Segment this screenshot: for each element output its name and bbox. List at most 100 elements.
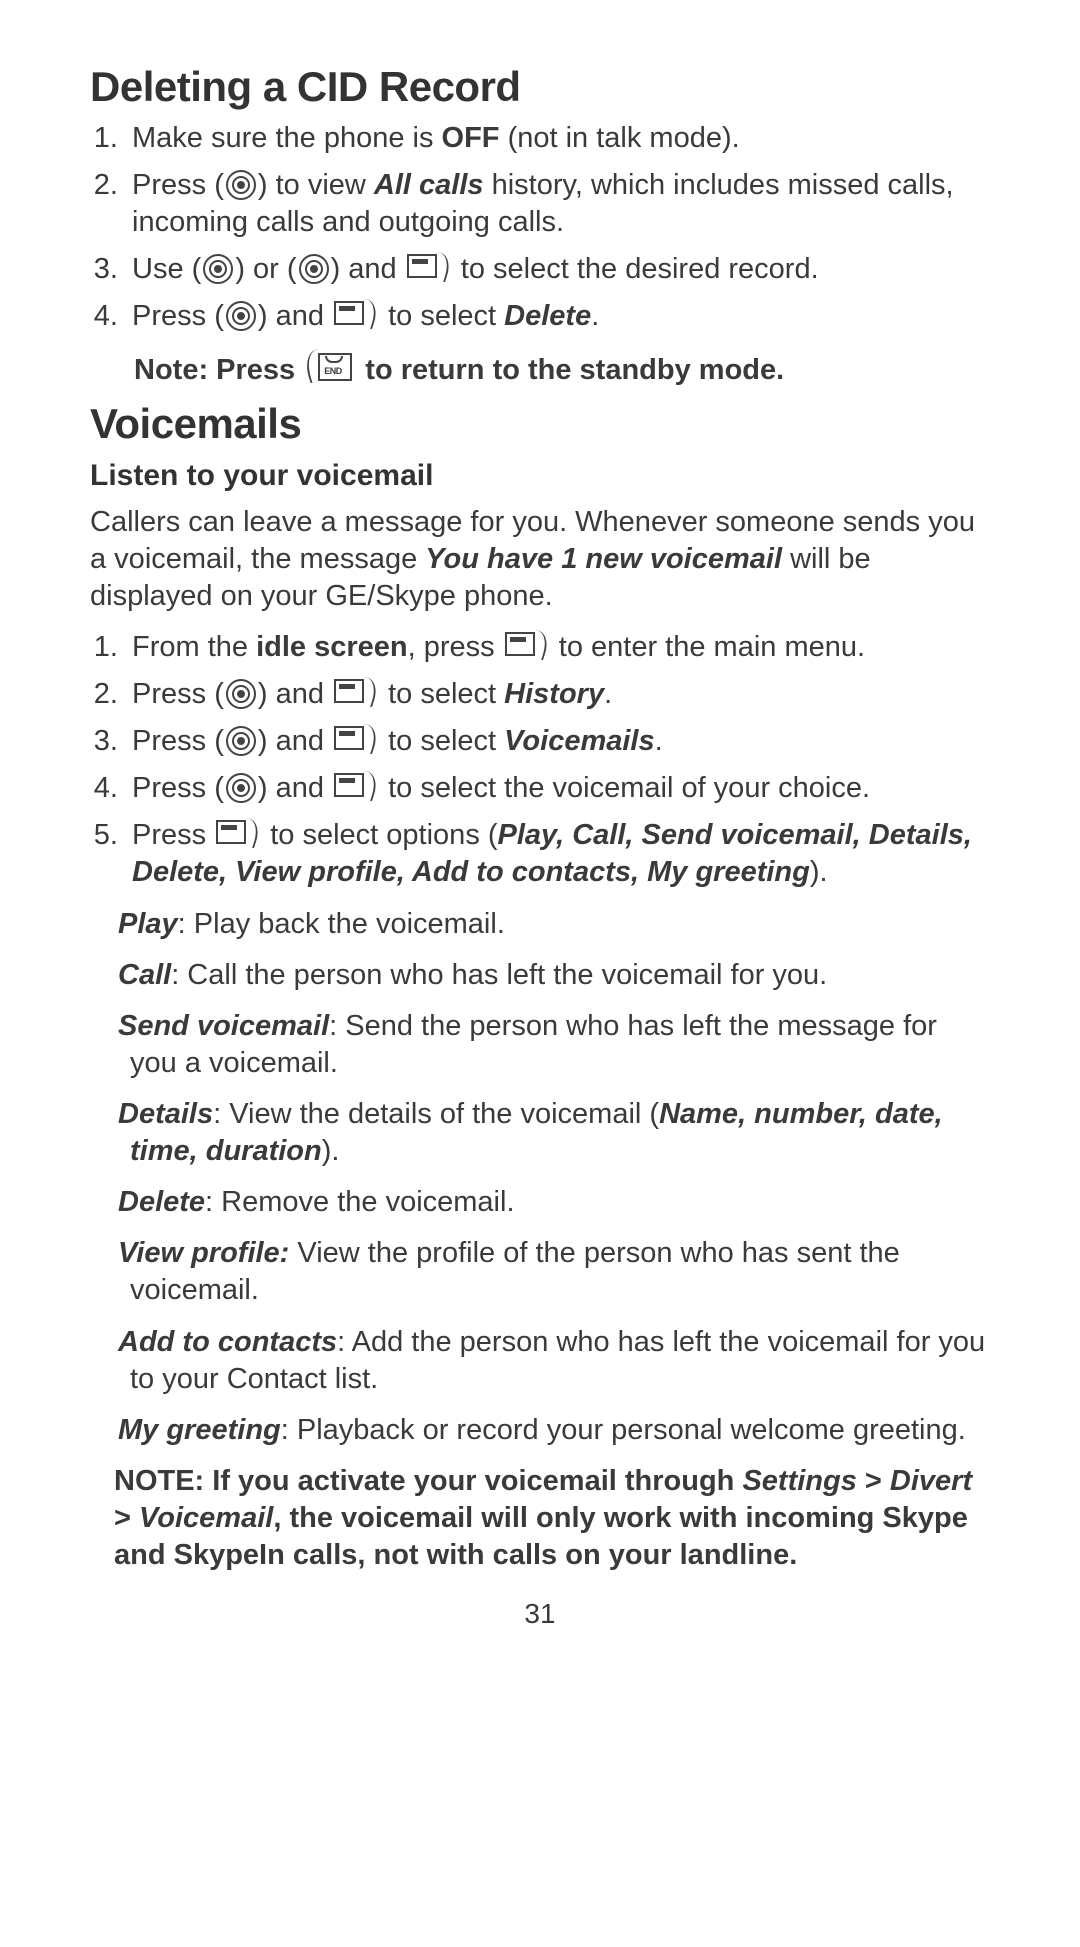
text: Press	[132, 772, 214, 804]
text-history: History	[504, 678, 604, 710]
option-play: Play: Play back the voicemail.	[118, 906, 990, 943]
desc: ).	[322, 1135, 340, 1167]
nav-key-icon	[203, 254, 233, 284]
text: and	[268, 772, 333, 804]
softkey-icon	[334, 771, 378, 803]
note-voicemail-landline: NOTE: If you activate your voicemail thr…	[90, 1463, 990, 1574]
desc: : Play back the voicemail.	[178, 908, 505, 940]
text: Make sure the phone is	[132, 122, 442, 154]
text: to select	[380, 678, 504, 710]
title: Add to contacts	[118, 1326, 337, 1358]
text: to return to the standby mode.	[357, 354, 784, 386]
text-idle: idle screen	[256, 631, 408, 663]
text: Use	[132, 253, 192, 285]
path-voicemail: Voicemail	[139, 1502, 273, 1534]
text: to enter the main menu.	[551, 631, 865, 663]
steps-deleting-cid: Make sure the phone is OFF (not in talk …	[90, 120, 990, 336]
option-delete: Delete: Remove the voicemail.	[118, 1184, 990, 1221]
text-voicemails: Voicemails	[504, 725, 654, 757]
text: and	[340, 253, 405, 285]
intro-voicemail: Callers can leave a message for you. Whe…	[90, 504, 990, 615]
page-number: 31	[90, 1596, 990, 1632]
text: to select options (	[262, 819, 497, 851]
option-my-greeting: My greeting: Playback or record your per…	[118, 1412, 990, 1449]
heading-deleting-cid: Deleting a CID Record	[90, 60, 990, 114]
text-allcalls: All calls	[374, 169, 484, 201]
subheading-listen: Listen to your voicemail	[90, 457, 990, 495]
option-view-profile: View profile: View the profile of the pe…	[118, 1235, 990, 1309]
note-standby: Note: Press END to return to the standby…	[134, 349, 990, 389]
text: to select	[380, 300, 504, 332]
nav-key-icon	[226, 170, 256, 200]
desc: : View the details of the voicemail (	[213, 1098, 659, 1130]
text: and	[268, 300, 333, 332]
text: to select the voicemail of your choice.	[380, 772, 870, 804]
softkey-icon	[334, 299, 378, 331]
text-delete: Delete	[504, 300, 591, 332]
desc: : Playback or record your personal welco…	[281, 1414, 966, 1446]
text: or	[245, 253, 287, 285]
nav-key-icon	[226, 773, 256, 803]
text: to view	[268, 169, 374, 201]
option-add-to-contacts: Add to contacts: Add the person who has …	[118, 1324, 990, 1398]
softkey-icon	[334, 724, 378, 756]
step-4: Press () and to select Delete.	[126, 298, 990, 335]
heading-voicemails: Voicemails	[90, 397, 990, 451]
text: ).	[810, 856, 828, 888]
text: to select	[380, 725, 504, 757]
step-5: Press to select options (Play, Call, Sen…	[126, 817, 990, 891]
text: NOTE: If you activate your voicemail thr…	[114, 1465, 742, 1497]
text: (not in talk mode).	[500, 122, 740, 154]
step-2: Press () to view All calls history, whic…	[126, 167, 990, 241]
desc: : Remove the voicemail.	[205, 1186, 514, 1218]
text: and	[268, 678, 333, 710]
desc: : Call the person who has left the voice…	[171, 959, 827, 991]
option-send-voicemail: Send voicemail: Send the person who has …	[118, 1008, 990, 1082]
title: View profile:	[118, 1237, 289, 1269]
step-1: Make sure the phone is OFF (not in talk …	[126, 120, 990, 157]
text: history, which includes missed calls, in…	[132, 169, 954, 238]
text: From the	[132, 631, 256, 663]
softkey-icon	[216, 818, 260, 850]
step-2: Press () and to select History.	[126, 676, 990, 713]
step-1: From the idle screen, press to enter the…	[126, 629, 990, 666]
step-3: Use () or () and to select the desired r…	[126, 251, 990, 288]
nav-key-icon	[226, 679, 256, 709]
text: to select the desired record.	[453, 253, 819, 285]
text: Press	[132, 819, 214, 851]
text: Press	[132, 678, 214, 710]
title: Delete	[118, 1186, 205, 1218]
text: and	[268, 725, 333, 757]
text-newvoicemail: You have 1 new voicemail	[425, 543, 782, 575]
softkey-icon	[407, 252, 451, 284]
title: Play	[118, 908, 178, 940]
title: Call	[118, 959, 171, 991]
title: Send voicemail	[118, 1010, 329, 1042]
title: My greeting	[118, 1414, 281, 1446]
text: .	[655, 725, 663, 757]
softkey-icon	[334, 677, 378, 709]
end-key-icon: END	[305, 349, 355, 385]
step-4: Press () and to select the voicemail of …	[126, 770, 990, 807]
nav-key-icon	[226, 726, 256, 756]
nav-key-icon	[299, 254, 329, 284]
option-call: Call: Call the person who has left the v…	[118, 957, 990, 994]
text: Press	[132, 169, 214, 201]
voicemail-options-list: Play: Play back the voicemail. Call: Cal…	[90, 906, 990, 1449]
text: >	[114, 1502, 139, 1534]
path-divert: Divert	[890, 1465, 972, 1497]
text: >	[857, 1465, 890, 1497]
text-off: OFF	[442, 122, 500, 154]
nav-key-icon	[226, 301, 256, 331]
softkey-icon	[505, 630, 549, 662]
text: .	[591, 300, 599, 332]
step-3: Press () and to select Voicemails.	[126, 723, 990, 760]
text: Note: Press	[134, 354, 303, 386]
text: .	[604, 678, 612, 710]
text: Press	[132, 725, 214, 757]
title: Details	[118, 1098, 213, 1130]
option-details: Details: View the details of the voicema…	[118, 1096, 990, 1170]
text: Press	[132, 300, 214, 332]
path-settings: Settings	[742, 1465, 856, 1497]
text: , press	[408, 631, 503, 663]
